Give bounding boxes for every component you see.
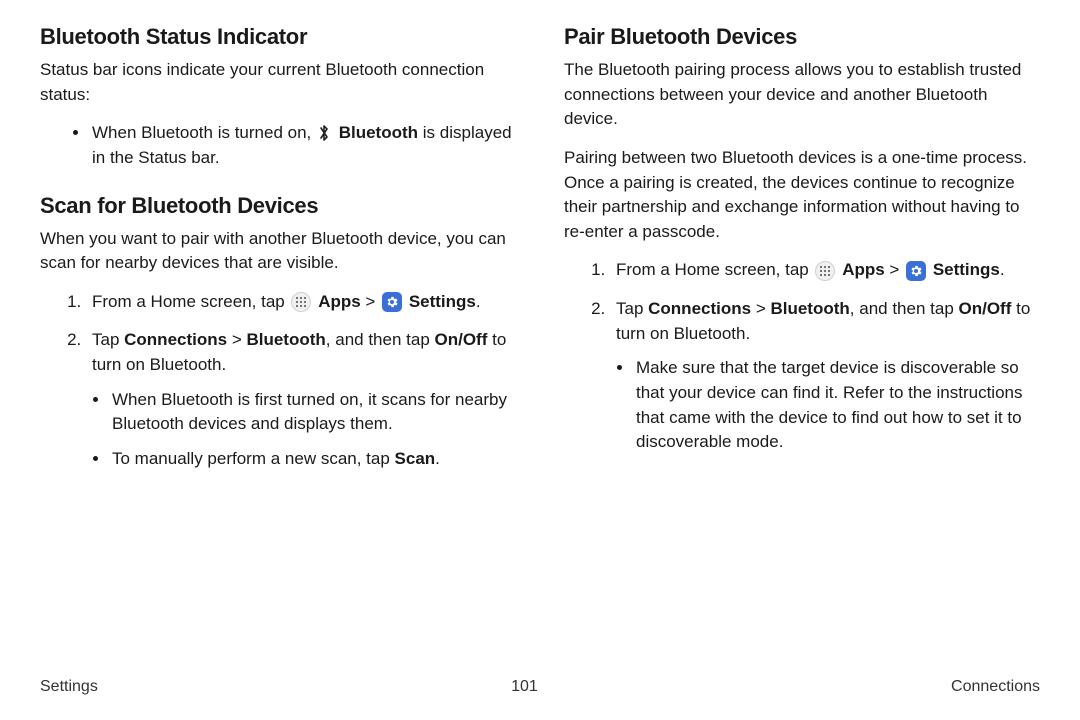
caret: >	[885, 260, 904, 279]
text-fragment: To manually perform a new scan, tap	[112, 449, 395, 468]
bluetooth-label: Bluetooth	[770, 299, 849, 318]
bt-status-bullets: When Bluetooth is turned on, Bluetooth i…	[40, 121, 516, 170]
caret: >	[751, 299, 770, 318]
text-fragment: From a Home screen, tap	[616, 260, 813, 279]
settings-icon	[906, 261, 926, 281]
onoff-label: On/Off	[435, 330, 488, 349]
connections-label: Connections	[124, 330, 227, 349]
scan-sub-2: To manually perform a new scan, tap Scan…	[110, 447, 516, 472]
scan-step-2: Tap Connections > Bluetooth, and then ta…	[86, 328, 516, 471]
heading-scan: Scan for Bluetooth Devices	[40, 193, 516, 219]
caret: >	[227, 330, 246, 349]
text-fragment: When Bluetooth is turned on,	[92, 123, 316, 142]
apps-label: Apps	[842, 260, 885, 279]
scan-steps: From a Home screen, tap Apps > Settings.…	[40, 290, 516, 472]
bt-status-bullet: When Bluetooth is turned on, Bluetooth i…	[90, 121, 516, 170]
text-fragment: Tap	[616, 299, 648, 318]
right-column: Pair Bluetooth Devices The Bluetooth pai…	[564, 24, 1040, 486]
text-fragment: , and then tap	[850, 299, 959, 318]
apps-icon	[291, 292, 311, 312]
intro-scan: When you want to pair with another Bluet…	[40, 227, 516, 276]
footer-left: Settings	[40, 678, 98, 696]
section-bt-status: Bluetooth Status Indicator Status bar ic…	[40, 24, 516, 171]
page-footer: Settings 101 Connections	[40, 678, 1040, 696]
pair-step-2-subbullets: Make sure that the target device is disc…	[616, 356, 1040, 455]
two-column-layout: Bluetooth Status Indicator Status bar ic…	[40, 24, 1040, 486]
pair-p2: Pairing between two Bluetooth devices is…	[564, 146, 1040, 245]
scan-label: Scan	[395, 449, 436, 468]
text-fragment: .	[476, 292, 481, 311]
section-scan: Scan for Bluetooth Devices When you want…	[40, 193, 516, 472]
connections-label: Connections	[648, 299, 751, 318]
bluetooth-icon	[318, 124, 332, 142]
pair-p1: The Bluetooth pairing process allows you…	[564, 58, 1040, 132]
scan-step-1: From a Home screen, tap Apps > Settings.	[86, 290, 516, 315]
text-fragment: From a Home screen, tap	[92, 292, 289, 311]
scan-step-2-subbullets: When Bluetooth is first turned on, it sc…	[92, 388, 516, 472]
bluetooth-label: Bluetooth	[339, 123, 418, 142]
footer-right: Connections	[951, 678, 1040, 696]
onoff-label: On/Off	[959, 299, 1012, 318]
caret: >	[361, 292, 380, 311]
pair-step-2: Tap Connections > Bluetooth, and then ta…	[610, 297, 1040, 455]
heading-bt-status: Bluetooth Status Indicator	[40, 24, 516, 50]
apps-label: Apps	[318, 292, 361, 311]
bluetooth-label: Bluetooth	[246, 330, 325, 349]
text-fragment: .	[435, 449, 440, 468]
left-column: Bluetooth Status Indicator Status bar ic…	[40, 24, 516, 486]
settings-icon	[382, 292, 402, 312]
settings-label: Settings	[409, 292, 476, 311]
pair-step-1: From a Home screen, tap Apps > Settings.	[610, 258, 1040, 283]
heading-pair: Pair Bluetooth Devices	[564, 24, 1040, 50]
apps-icon	[815, 261, 835, 281]
section-pair: Pair Bluetooth Devices The Bluetooth pai…	[564, 24, 1040, 455]
text-fragment: , and then tap	[326, 330, 435, 349]
intro-bt-status: Status bar icons indicate your current B…	[40, 58, 516, 107]
scan-sub-1: When Bluetooth is first turned on, it sc…	[110, 388, 516, 437]
page-number: 101	[511, 678, 538, 696]
pair-steps: From a Home screen, tap Apps > Settings.…	[564, 258, 1040, 454]
text-fragment: Tap	[92, 330, 124, 349]
pair-sub-1: Make sure that the target device is disc…	[634, 356, 1040, 455]
text-fragment: .	[1000, 260, 1005, 279]
settings-label: Settings	[933, 260, 1000, 279]
